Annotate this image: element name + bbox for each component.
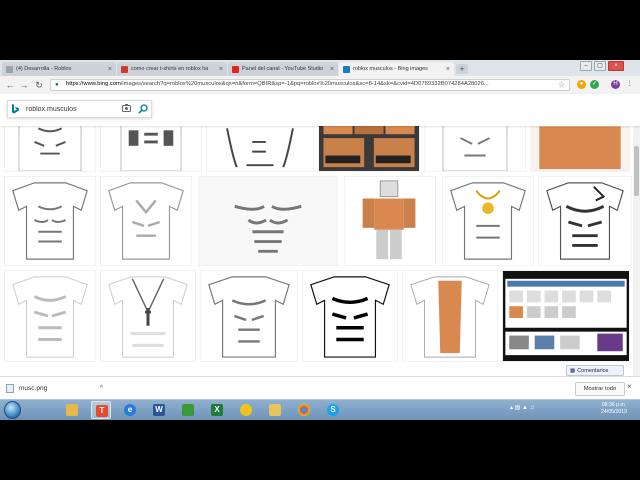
new-tab-button[interactable]: + <box>456 64 468 74</box>
close-window-button[interactable]: × <box>608 61 624 71</box>
page-favicon-icon <box>121 65 128 73</box>
taskbar-word[interactable]: W <box>149 401 169 419</box>
tab-strip: (4) Desarrolla - Roblox × como crear t-s… <box>0 60 640 76</box>
image-result[interactable] <box>4 126 96 172</box>
image-results-grid <box>0 126 634 376</box>
chrome-icon <box>298 404 310 416</box>
t-app-icon: T <box>96 405 108 417</box>
image-result[interactable] <box>198 176 338 266</box>
chevron-up-icon[interactable]: ^ <box>100 385 103 392</box>
ie-icon: e <box>124 404 136 416</box>
minimize-button[interactable]: – <box>580 61 592 71</box>
tab-close-icon[interactable]: × <box>219 66 223 73</box>
tab-bing-images[interactable]: roblox musculos - Bing images × <box>339 62 454 76</box>
tab-roblox-develop[interactable]: (4) Desarrolla - Roblox × <box>2 62 116 76</box>
page-scrollbar[interactable] <box>633 126 640 376</box>
image-result[interactable] <box>206 126 314 172</box>
picture-icon <box>182 404 194 416</box>
image-result[interactable] <box>530 126 630 172</box>
feedback-label: Comentarios <box>577 367 609 374</box>
camera-icon[interactable] <box>122 104 131 112</box>
reload-button[interactable]: ↻ <box>33 79 45 91</box>
maximize-button[interactable]: ▢ <box>594 61 606 71</box>
image-result[interactable] <box>344 176 436 266</box>
magnifier-icon[interactable] <box>138 104 148 114</box>
taskbar-folder[interactable] <box>62 401 82 419</box>
taskbar-t-app[interactable]: T <box>91 401 111 419</box>
lock-icon: ● <box>55 82 59 88</box>
sync-extension-icon[interactable]: ✓ <box>590 80 599 89</box>
excel-icon: X <box>211 404 223 416</box>
tab-title: (4) Desarrolla - Roblox <box>16 66 72 72</box>
youtube-favicon-icon <box>232 65 239 73</box>
tab-tshirt-tutorial[interactable]: como crear t-shirts en roblox ha × <box>117 62 227 76</box>
taskbar-pictures[interactable] <box>178 401 198 419</box>
image-result[interactable] <box>100 126 202 172</box>
download-item[interactable]: musc.png ^ <box>6 382 103 395</box>
image-result[interactable] <box>502 270 630 362</box>
search-box <box>7 100 152 118</box>
clock-date: 24/05/2019 <box>601 409 627 415</box>
feedback-button[interactable]: ▩ Comentarios <box>566 365 624 376</box>
bing-logo-icon[interactable] <box>12 104 19 114</box>
system-tray[interactable]: ▴ ▤ ▲ ♫ <box>510 404 534 411</box>
clock-app-icon <box>240 404 252 416</box>
image-result[interactable] <box>4 176 96 266</box>
image-result[interactable] <box>318 126 420 172</box>
windows-taskbar: T e W X S ▴ ▤ ▲ ♫ 08:36 p.m. 24/05/2019 <box>0 399 640 420</box>
menu-dots-icon[interactable]: ⋮ <box>625 80 634 89</box>
image-result[interactable] <box>302 270 398 362</box>
taskbar-chrome[interactable] <box>294 401 314 419</box>
image-result[interactable] <box>538 176 632 266</box>
search-input[interactable] <box>26 103 121 115</box>
image-result[interactable] <box>100 270 196 362</box>
screen: (4) Desarrolla - Roblox × como crear t-s… <box>0 60 640 420</box>
taskbar-clock-app[interactable] <box>236 401 256 419</box>
taskbar-ie[interactable]: e <box>120 401 140 419</box>
taskbar-skype[interactable]: S <box>323 401 343 419</box>
address-bar[interactable]: ● https://www.bing.com/images/search?q=r… <box>50 79 570 91</box>
image-result[interactable] <box>402 270 498 362</box>
back-button[interactable]: ← <box>4 79 16 91</box>
bookmark-star-icon[interactable]: ☆ <box>558 80 565 89</box>
tab-title: roblox musculos - Bing images <box>353 66 428 72</box>
word-icon: W <box>153 404 165 416</box>
image-result[interactable] <box>442 176 534 266</box>
tab-title: como crear t-shirts en roblox ha <box>131 66 209 72</box>
image-file-icon <box>6 384 14 393</box>
bing-favicon-icon <box>343 65 350 73</box>
roblox-favicon-icon <box>6 65 13 73</box>
folder-icon <box>66 404 78 416</box>
chat-icon: ▩ <box>570 367 576 374</box>
taskbar-clock[interactable]: 08:36 p.m. 24/05/2019 <box>598 402 630 416</box>
url-path: /images/search?q=roblox%20musculos&qs=n&… <box>120 81 489 87</box>
download-shelf: musc.png ^ Mostrar todo × <box>0 376 640 400</box>
url-host: https://www.bing.com <box>66 81 121 87</box>
extension-icon[interactable]: ● <box>577 80 586 89</box>
forward-button[interactable]: → <box>18 79 30 91</box>
start-button[interactable] <box>4 401 21 419</box>
scrollbar-thumb[interactable] <box>634 146 639 196</box>
tab-close-icon[interactable]: × <box>330 66 334 73</box>
taskbar-excel[interactable]: X <box>207 401 227 419</box>
image-result[interactable] <box>4 270 96 362</box>
download-file-name: musc.png <box>19 385 48 392</box>
url-text: https://www.bing.com/images/search?q=rob… <box>66 81 551 87</box>
bing-header <box>0 94 640 126</box>
image-result[interactable] <box>200 270 298 362</box>
tab-close-icon[interactable]: × <box>108 66 112 73</box>
tab-youtube-studio[interactable]: Panel del canal - YouTube Studio × <box>228 62 338 76</box>
close-shelf-icon[interactable]: × <box>627 382 632 391</box>
tab-title: Panel del canal - YouTube Studio <box>242 66 324 72</box>
folder2-icon <box>269 404 281 416</box>
show-all-button[interactable]: Mostrar todo <box>575 382 625 396</box>
profile-avatar-icon[interactable]: H <box>611 80 620 89</box>
skype-icon: S <box>327 404 339 416</box>
browser-toolbar: ← → ↻ ● https://www.bing.com/images/sear… <box>0 76 640 95</box>
clock-time: 08:36 p.m. <box>601 402 627 408</box>
image-result[interactable] <box>100 176 192 266</box>
image-result[interactable] <box>424 126 526 172</box>
tab-close-icon[interactable]: × <box>446 66 450 73</box>
taskbar-folder2[interactable] <box>265 401 285 419</box>
